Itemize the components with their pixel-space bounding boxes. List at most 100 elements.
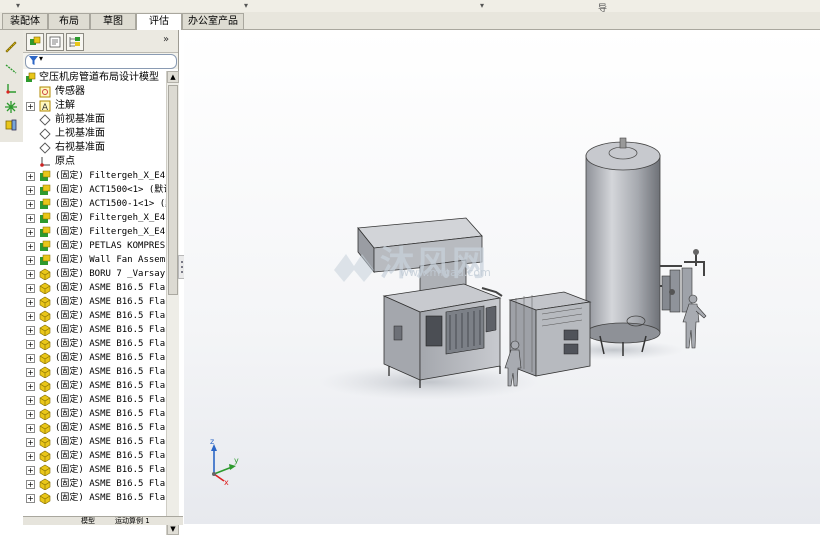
tree-scrollbar[interactable]: ▲ ▼ (166, 71, 179, 535)
expand-icon[interactable]: + (26, 186, 35, 195)
tab-evaluate[interactable]: 评估 (136, 13, 182, 30)
plane-icon (39, 142, 51, 154)
expand-icon[interactable]: + (26, 256, 35, 265)
expand-icon[interactable]: + (26, 326, 35, 335)
expand-icon[interactable]: + (26, 368, 35, 377)
expand-icon[interactable]: + (26, 410, 35, 419)
part-icon (39, 464, 51, 476)
part-icon (39, 296, 51, 308)
tree-item-label: (固定) ASME B16.5 Flans (55, 437, 166, 447)
part-icon (39, 366, 51, 378)
tree-item-label: (固定) ASME B16.5 Flans (55, 451, 166, 461)
tree-item-label: (固定) Filtergeh_X_E4us (55, 227, 166, 237)
property-manager-tab[interactable] (46, 33, 64, 51)
component-icon (40, 240, 51, 251)
watermark-url: www.mfcad.com (400, 266, 491, 279)
expand-icon[interactable]: + (26, 480, 35, 489)
expand-icon[interactable]: + (26, 354, 35, 363)
tree-item-label: (固定) ASME B16.5 Flans (55, 283, 166, 293)
part-icon (39, 422, 51, 434)
svg-text:A: A (42, 103, 49, 112)
expand-icon[interactable]: + (26, 102, 35, 111)
component-icon (40, 254, 51, 265)
expand-icon[interactable]: + (26, 172, 35, 181)
part-icon (39, 324, 51, 336)
expand-icon[interactable]: + (26, 340, 35, 349)
component-icon (40, 170, 51, 181)
expand-icon[interactable]: + (26, 382, 35, 391)
expand-panel-icon[interactable]: » (163, 34, 169, 45)
tree-item-label: (固定) ASME B16.5 Flans (55, 381, 166, 391)
air-receiver-tank[interactable] (585, 137, 661, 356)
expand-icon[interactable]: + (26, 466, 35, 475)
annotation-icon: A (39, 100, 51, 112)
tree-item-label: (固定) ACT1500<1> (默认 (55, 185, 166, 195)
tree-item-label: (固定) BORU 7 _Varsay (55, 269, 166, 279)
scroll-thumb[interactable] (168, 85, 178, 295)
expand-icon[interactable]: + (26, 452, 35, 461)
feature-tree-tab[interactable] (26, 33, 44, 51)
tab-motion-study[interactable]: 运动算例 1 (115, 516, 150, 526)
component-icon (40, 198, 51, 209)
tree-item-label: (固定) ASME B16.5 Flans (55, 325, 166, 335)
tree-item-label: (固定) ASME B16.5 Flans (55, 493, 166, 503)
expand-icon[interactable]: + (26, 396, 35, 405)
tree-item-label: (固定) ASME B16.5 Flans (55, 423, 166, 433)
tab-assembly[interactable]: 装配体 (2, 13, 48, 29)
tree-filter-input[interactable]: ▾ (25, 54, 177, 69)
filter-and-dryer-assembly[interactable] (660, 249, 705, 313)
tree-item-label: (固定) ASME B16.5 Flans (55, 395, 166, 405)
part-icon (39, 338, 51, 350)
graphics-area[interactable]: ▾ ▾ ▾ ▾ ▾ (184, 30, 820, 524)
feature-tree: 空压机房管道布局设计模型 传感器 + A 注解 前视基准面 上视基准面 右视基准… (23, 71, 166, 524)
assembly-icon (26, 72, 36, 82)
assembly-model-view[interactable]: z y x (184, 30, 820, 524)
tree-item-label: (固定) ASME B16.5 Flans (55, 479, 166, 489)
command-manager-tabs: 装配体 布局 草图 评估 办公室产品 (0, 12, 820, 30)
expand-icon[interactable]: + (26, 494, 35, 503)
tree-root-label: 空压机房管道布局设计模型 (39, 72, 159, 83)
measure-icon[interactable] (4, 40, 18, 54)
tree-item-label: (固定) Filtergeh_X_E4us (55, 171, 166, 181)
expand-icon[interactable]: + (26, 228, 35, 237)
part-icon (39, 492, 51, 504)
tab-model[interactable]: 模型 (81, 516, 95, 526)
tab-layout[interactable]: 布局 (48, 13, 90, 29)
tab-office-products[interactable]: 办公室产品 (182, 13, 244, 29)
feature-manager-panel: » ▾ 空压机房管道布局设计模型 传感器 + A 注解 前视基准面 上视基准面 … (23, 30, 179, 535)
origin-icon (40, 157, 50, 167)
expand-icon[interactable]: + (26, 312, 35, 321)
expand-icon[interactable]: + (26, 242, 35, 251)
line-icon[interactable] (4, 62, 18, 76)
configuration-manager-tab[interactable] (66, 33, 84, 51)
tree-item-label: 原点 (55, 156, 75, 167)
tree-item-label: (固定) ASME B16.5 Flans (55, 465, 166, 475)
tree-item-label: (固定) ASME B16.5 Flans (55, 367, 166, 377)
component-icon (40, 184, 51, 195)
tab-sketch[interactable]: 草图 (90, 13, 136, 29)
coordinate-icon[interactable] (4, 82, 18, 96)
refrigerated-dryer[interactable] (508, 291, 592, 377)
part-icon (39, 282, 51, 294)
part-icon (39, 394, 51, 406)
expand-icon[interactable]: + (26, 270, 35, 279)
mass-properties-icon[interactable] (4, 100, 18, 114)
section-icon[interactable] (4, 118, 18, 132)
triad-y-label: y (234, 456, 239, 465)
tree-item-label: (固定) ASME B16.5 Flans (55, 339, 166, 349)
scroll-up-icon[interactable]: ▲ (167, 71, 179, 83)
expand-icon[interactable]: + (26, 424, 35, 433)
part-icon (39, 268, 51, 280)
part-icon (39, 352, 51, 364)
expand-icon[interactable]: + (26, 298, 35, 307)
tree-item-label: (固定) ASME B16.5 Flans (55, 311, 166, 321)
tree-item-label: 传感器 (55, 86, 85, 97)
expand-icon[interactable]: + (26, 214, 35, 223)
expand-icon[interactable]: + (26, 438, 35, 447)
tree-item-label: 前视基准面 (55, 114, 105, 125)
expand-icon[interactable]: + (26, 284, 35, 293)
sensor-icon (39, 86, 51, 98)
expand-icon[interactable]: + (26, 200, 35, 209)
plane-icon (39, 114, 51, 126)
tree-item-label: (固定) Filtergeh_X_E4us (55, 213, 166, 223)
